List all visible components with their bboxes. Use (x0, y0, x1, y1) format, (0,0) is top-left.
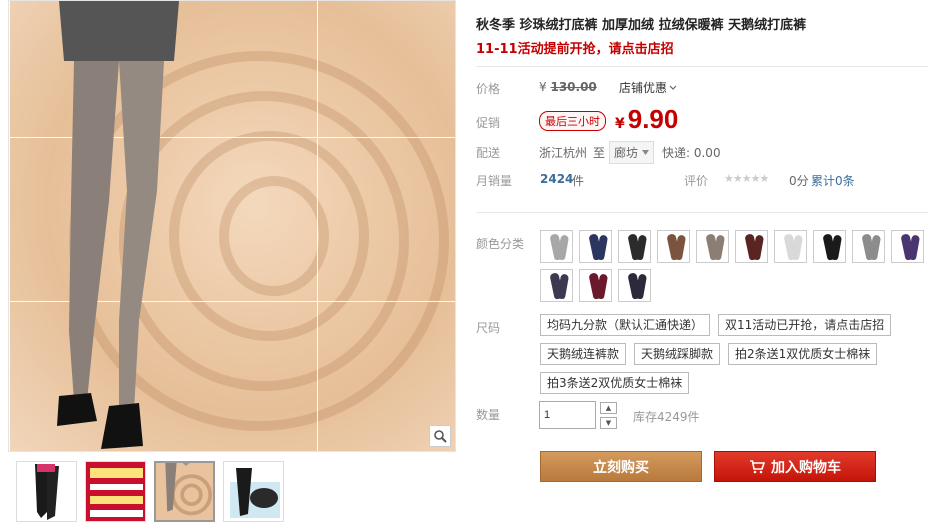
buy-now-button[interactable]: 立刻购买 (540, 451, 702, 482)
size-option[interactable]: 均码九分款（默认汇通快递） (540, 314, 711, 336)
size-option[interactable]: 天鹅绒踩脚款 (634, 343, 721, 365)
divider (476, 212, 928, 213)
shipping-fee: 快递: 0.00 (662, 146, 721, 160)
monthly-sales-unit: 件 (572, 174, 585, 188)
size-option[interactable]: 天鹅绒连裤款 (540, 343, 627, 365)
color-swatch[interactable] (735, 230, 768, 263)
divider (476, 66, 928, 67)
store-discount-dropdown[interactable]: 店铺优惠 (619, 79, 677, 96)
zoom-grid-line (9, 1, 10, 451)
currency-symbol: ¥ (539, 80, 547, 94)
destination-select[interactable]: 廊坊 (609, 141, 655, 164)
zoom-grid-line (317, 1, 318, 451)
size-option-list: 均码九分款（默认汇通快递） 双11活动已开抢，请点击店招 天鹅绒连裤款 天鹅绒踩脚款拍… (540, 314, 930, 394)
ship-from: 浙江杭州 (539, 146, 588, 160)
thumbnail-1[interactable] (16, 461, 77, 522)
thumbnail-4[interactable] (223, 461, 284, 522)
zoom-icon[interactable] (429, 425, 451, 447)
stock-count: 库存4249件 (633, 410, 700, 424)
color-swatch[interactable] (540, 230, 573, 263)
color-swatch[interactable] (852, 230, 885, 263)
promotion-tag: 最后三小时 (539, 111, 606, 131)
size-option[interactable]: 双11活动已开抢，请点击店招 (718, 314, 892, 336)
thumbnail-3[interactable] (154, 461, 215, 522)
thumbnail-strip (16, 461, 284, 522)
color-swatch[interactable] (618, 269, 651, 302)
rating-stars: ★★★★★ (724, 172, 769, 185)
rating-score: 0分 (789, 174, 809, 188)
quantity-label: 数量 (476, 408, 501, 422)
promo-headline[interactable]: 11-11活动提前开抢，请点击店招 (476, 38, 674, 57)
promotion-price-value: 9.90 (627, 104, 679, 134)
model-legs-illustration (57, 1, 179, 449)
quantity-decrease-button[interactable]: ▼ (600, 417, 617, 429)
original-price: ¥ 130.00 (539, 80, 597, 94)
quantity-increase-button[interactable]: ▲ (600, 402, 617, 414)
color-swatch[interactable] (657, 230, 690, 263)
fabric-roll-decoration (219, 176, 329, 296)
caret-down-icon (642, 150, 650, 155)
monthly-sales-label: 月销量 (476, 174, 513, 188)
review-count-link[interactable]: 累计0条 (811, 172, 855, 189)
color-swatch[interactable] (891, 230, 924, 263)
promotion-label: 促销 (476, 116, 501, 130)
product-title: 秋冬季 珍珠绒打底裤 加厚加绒 拉绒保暖裤 天鹅绒打底裤 (476, 18, 807, 33)
color-swatch[interactable] (579, 269, 612, 302)
color-swatch[interactable] (540, 269, 573, 302)
add-to-cart-button[interactable]: 加入购物车 (714, 451, 876, 482)
color-swatch[interactable] (774, 230, 807, 263)
size-option[interactable]: 拍3条送2双优质女士棉袜 (540, 372, 690, 394)
thumbnail-2[interactable] (85, 461, 146, 522)
promotion-price: ¥ 9.90 (615, 104, 678, 135)
ship-to-word: 至 (593, 146, 606, 160)
cart-icon (750, 459, 765, 473)
color-swatch-list (540, 230, 930, 302)
color-swatch[interactable] (579, 230, 612, 263)
destination-value: 廊坊 (614, 146, 639, 160)
store-discount-label: 店铺优惠 (619, 81, 668, 95)
color-swatch[interactable] (813, 230, 846, 263)
original-price-value: 130.00 (550, 80, 597, 94)
size-label: 尺码 (476, 321, 501, 335)
color-swatch[interactable] (696, 230, 729, 263)
size-option[interactable]: 拍2条送1双优质女士棉袜 (728, 343, 878, 365)
price-label: 价格 (476, 82, 501, 96)
monthly-sales-count: 2424 (540, 172, 574, 186)
quantity-input[interactable] (539, 401, 596, 429)
add-to-cart-label: 加入购物车 (771, 459, 841, 476)
main-product-image[interactable] (8, 0, 456, 452)
rating-label: 评价 (684, 174, 709, 188)
chevron-down-icon (669, 85, 677, 90)
color-swatch[interactable] (618, 230, 651, 263)
color-label: 颜色分类 (476, 237, 525, 251)
currency-symbol: ¥ (615, 116, 625, 132)
shipping-label: 配送 (476, 146, 501, 160)
